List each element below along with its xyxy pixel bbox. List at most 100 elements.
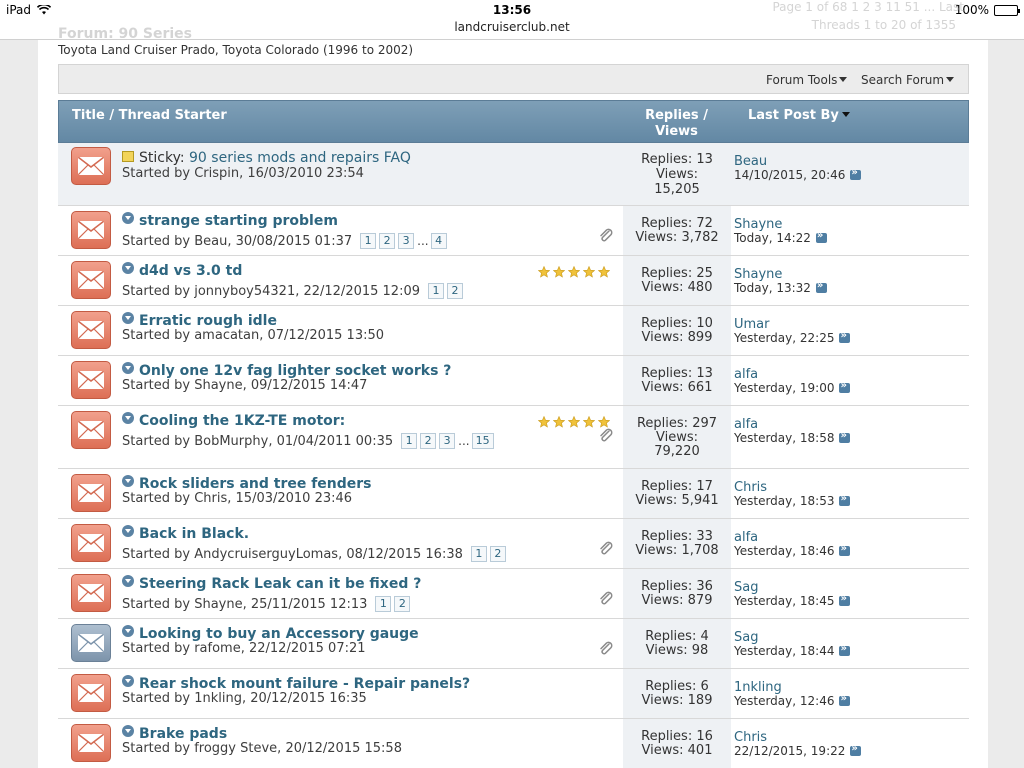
thread-title-link[interactable]: Cooling the 1KZ-TE motor: (139, 413, 345, 429)
thread-page-link[interactable]: 3 (398, 233, 415, 249)
thread-title-link[interactable]: Rear shock mount failure - Repair panels… (139, 676, 470, 692)
go-to-first-unread-icon[interactable] (122, 412, 134, 424)
go-to-last-post-icon[interactable] (839, 430, 851, 443)
thread-row[interactable]: d4d vs 3.0 td Started by jonnyboy54321, 2… (58, 256, 969, 306)
thread-page-link[interactable]: 1 (360, 233, 377, 249)
sort-replies-header[interactable]: Replies / Views (634, 108, 719, 140)
new-posts-envelope-icon[interactable] (71, 474, 111, 512)
thread-title-link[interactable]: Erratic rough idle (139, 313, 277, 329)
last-post-user[interactable]: 1nkling (734, 680, 782, 695)
new-posts-envelope-icon[interactable] (71, 524, 111, 562)
thread-page-link[interactable]: 2 (447, 283, 463, 299)
thread-row[interactable]: Only one 12v fag lighter socket works ? S… (58, 356, 969, 406)
thread-row[interactable]: Looking to buy an Accessory gauge Started… (58, 619, 969, 669)
thread-title-link[interactable]: Brake pads (139, 726, 227, 742)
thread-page-link[interactable]: 4 (430, 233, 447, 249)
view-count: Views: 401 (641, 743, 713, 758)
last-post-user[interactable]: Shayne (734, 267, 782, 282)
last-post-user[interactable]: Chris (734, 480, 767, 495)
thread-row[interactable]: Cooling the 1KZ-TE motor: Started by BobM… (58, 406, 969, 469)
thread-starter: Started by Shayne, 09/12/2015 14:47 (122, 378, 367, 393)
new-posts-envelope-icon[interactable] (71, 261, 111, 299)
search-forum-button[interactable]: Search Forum (861, 73, 955, 87)
new-posts-envelope-icon[interactable] (71, 147, 111, 185)
go-to-last-post-icon[interactable] (839, 593, 851, 606)
thread-starter-text: Started by Chris, 15/03/2010 23:46 (122, 491, 353, 506)
last-post-date-text: Yesterday, 22:25 (734, 331, 835, 345)
thread-title-link[interactable]: Looking to buy an Accessory gauge (139, 626, 419, 642)
go-to-first-unread-icon[interactable] (122, 575, 134, 587)
go-to-last-post-icon[interactable] (839, 380, 851, 393)
thread-page-link[interactable]: 1 (470, 546, 487, 562)
last-post-cell: 1nkling Yesterday, 12:46 (731, 669, 969, 718)
new-posts-envelope-icon[interactable] (71, 361, 111, 399)
last-post-user[interactable]: Umar (734, 317, 770, 332)
go-to-last-post-icon[interactable] (850, 743, 862, 756)
thread-row[interactable]: Steering Rack Leak can it be fixed ? Star… (58, 569, 969, 619)
go-to-last-post-icon[interactable] (839, 543, 851, 556)
new-posts-envelope-icon[interactable] (71, 411, 111, 449)
thread-title-link[interactable]: Back in Black. (139, 526, 249, 542)
last-post-user[interactable]: Beau (734, 154, 767, 169)
thread-row[interactable]: Rock sliders and tree fenders Started by … (58, 469, 969, 519)
go-to-last-post-icon[interactable] (815, 280, 827, 293)
new-posts-envelope-icon[interactable] (71, 311, 111, 349)
go-to-last-post-icon[interactable] (815, 230, 827, 243)
thread-starter: Started by rafome, 22/12/2015 07:21 (122, 641, 366, 656)
sort-last-post-header[interactable]: Last Post By (748, 108, 850, 123)
thread-page-link[interactable]: 3 (439, 433, 456, 449)
go-to-last-post-icon[interactable] (839, 693, 851, 706)
go-to-first-unread-icon[interactable] (122, 212, 134, 224)
last-post-user[interactable]: Sag (734, 580, 758, 595)
thread-row[interactable]: Brake pads Started by froggy Steve, 20/12… (58, 719, 969, 768)
new-posts-envelope-icon[interactable] (71, 724, 111, 762)
go-to-first-unread-icon[interactable] (122, 475, 134, 487)
thread-pagination: 12 (428, 283, 466, 299)
last-post-user[interactable]: alfa (734, 530, 758, 545)
thread-title-line: Brake pads (122, 725, 227, 742)
last-post-user[interactable]: Chris (734, 730, 767, 745)
sort-title-header[interactable]: Title / Thread Starter (72, 108, 227, 123)
go-to-last-post-icon[interactable] (839, 330, 851, 343)
thread-page-link[interactable]: 2 (420, 433, 437, 449)
thread-title-link[interactable]: Steering Rack Leak can it be fixed ? (139, 576, 421, 592)
last-post-user[interactable]: alfa (734, 417, 758, 432)
thread-page-link[interactable]: 2 (394, 596, 411, 612)
thread-row[interactable]: strange starting problem Started by Beau,… (58, 206, 969, 256)
thread-page-link[interactable]: 1 (375, 596, 392, 612)
sticky-thread-row[interactable]: Sticky: 90 series mods and repairs FAQ S… (58, 143, 969, 206)
go-to-first-unread-icon[interactable] (122, 262, 134, 274)
thread-title-link[interactable]: Rock sliders and tree fenders (139, 476, 372, 492)
go-to-last-post-icon[interactable] (850, 167, 862, 180)
thread-title-link[interactable]: 90 series mods and repairs FAQ (189, 150, 411, 166)
forum-tools-button[interactable]: Forum Tools (766, 73, 848, 87)
new-posts-envelope-icon[interactable] (71, 674, 111, 712)
thread-row[interactable]: Erratic rough idle Started by amacatan, 0… (58, 306, 969, 356)
thread-row[interactable]: Back in Black. Started by AndycruiserguyL… (58, 519, 969, 569)
go-to-last-post-icon[interactable] (839, 493, 851, 506)
read-envelope-icon[interactable] (71, 624, 111, 662)
thread-page-link[interactable]: 2 (489, 546, 506, 562)
thread-title-link[interactable]: Only one 12v fag lighter socket works ? (139, 363, 451, 379)
thread-page-link[interactable]: 1 (428, 283, 444, 299)
new-posts-envelope-icon[interactable] (71, 574, 111, 612)
thread-page-link[interactable]: 2 (379, 233, 396, 249)
new-posts-envelope-icon[interactable] (71, 211, 111, 249)
go-to-first-unread-icon[interactable] (122, 312, 134, 324)
thread-title-link[interactable]: strange starting problem (139, 213, 338, 229)
go-to-last-post-icon[interactable] (839, 643, 851, 656)
last-post-user[interactable]: Shayne (734, 217, 782, 232)
go-to-first-unread-icon[interactable] (122, 725, 134, 737)
thread-row[interactable]: Rear shock mount failure - Repair panels… (58, 669, 969, 719)
page-navigation[interactable]: Page 1 of 68 1 2 3 11 51 ... Last (772, 0, 964, 14)
go-to-first-unread-icon[interactable] (122, 525, 134, 537)
go-to-first-unread-icon[interactable] (122, 675, 134, 687)
last-post-user[interactable]: Sag (734, 630, 758, 645)
reply-count: Replies: 72 (641, 216, 713, 231)
go-to-first-unread-icon[interactable] (122, 625, 134, 637)
go-to-first-unread-icon[interactable] (122, 362, 134, 374)
last-post-user[interactable]: alfa (734, 367, 758, 382)
thread-page-link[interactable]: 15 (471, 433, 494, 449)
thread-title-link[interactable]: d4d vs 3.0 td (139, 263, 242, 279)
thread-page-link[interactable]: 1 (401, 433, 418, 449)
